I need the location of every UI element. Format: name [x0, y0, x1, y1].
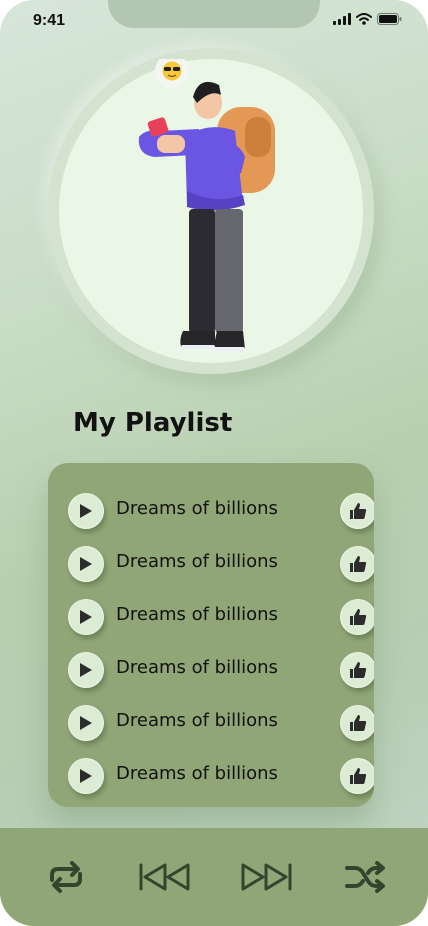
play-button[interactable]	[68, 705, 104, 741]
playlist-panel: Dreams of billions Dreams of billions Dr…	[48, 463, 374, 807]
song-title: Dreams of billions	[116, 763, 278, 784]
list-item[interactable]: Dreams of billions	[48, 596, 374, 636]
signal-icon	[333, 13, 351, 25]
list-item[interactable]: Dreams of billions	[48, 490, 374, 530]
shuffle-button[interactable]	[344, 859, 388, 895]
phone-screen: 9:41 My Playlist Dreams of billions Drea…	[0, 0, 428, 926]
song-title: Dreams of billions	[116, 551, 278, 572]
like-button[interactable]	[340, 546, 374, 582]
song-title: Dreams of billions	[116, 604, 278, 625]
previous-button[interactable]	[138, 859, 192, 895]
play-button[interactable]	[68, 599, 104, 635]
shuffle-icon	[345, 861, 385, 893]
play-button[interactable]	[68, 652, 104, 688]
wifi-icon	[356, 13, 372, 25]
hero-illustration	[138, 59, 275, 351]
hero-disc	[59, 59, 363, 363]
like-button[interactable]	[340, 758, 374, 794]
thumbs-up-icon	[350, 768, 367, 784]
list-item[interactable]: Dreams of billions	[48, 543, 374, 583]
next-button[interactable]	[239, 859, 293, 895]
battery-icon	[377, 13, 402, 25]
hero-ring	[48, 48, 374, 374]
play-icon	[80, 663, 92, 677]
play-icon	[80, 504, 92, 518]
play-icon	[80, 557, 92, 571]
previous-icon	[139, 863, 190, 891]
status-time: 9:41	[33, 12, 66, 29]
status-icons	[333, 13, 402, 25]
playlist-title: My Playlist	[73, 408, 233, 438]
like-button[interactable]	[340, 652, 374, 688]
thumbs-up-icon	[350, 503, 367, 519]
sunglasses-emoji-icon	[155, 59, 189, 91]
notch	[108, 0, 320, 28]
like-button[interactable]	[340, 493, 374, 529]
thumbs-up-icon	[350, 715, 367, 731]
list-item[interactable]: Dreams of billions	[48, 755, 374, 795]
like-button[interactable]	[340, 705, 374, 741]
song-title: Dreams of billions	[116, 657, 278, 678]
thumbs-up-icon	[350, 556, 367, 572]
play-icon	[80, 716, 92, 730]
play-button[interactable]	[68, 493, 104, 529]
play-button[interactable]	[68, 758, 104, 794]
repeat-button[interactable]	[46, 859, 86, 895]
play-button[interactable]	[68, 546, 104, 582]
thumbs-up-icon	[350, 609, 367, 625]
list-item[interactable]: Dreams of billions	[48, 649, 374, 689]
thumbs-up-icon	[350, 662, 367, 678]
player-controls	[0, 828, 428, 926]
next-icon	[241, 863, 292, 891]
like-button[interactable]	[340, 599, 374, 635]
repeat-icon	[50, 861, 82, 893]
list-item[interactable]: Dreams of billions	[48, 702, 374, 742]
song-title: Dreams of billions	[116, 498, 278, 519]
song-title: Dreams of billions	[116, 710, 278, 731]
play-icon	[80, 769, 92, 783]
play-icon	[80, 610, 92, 624]
